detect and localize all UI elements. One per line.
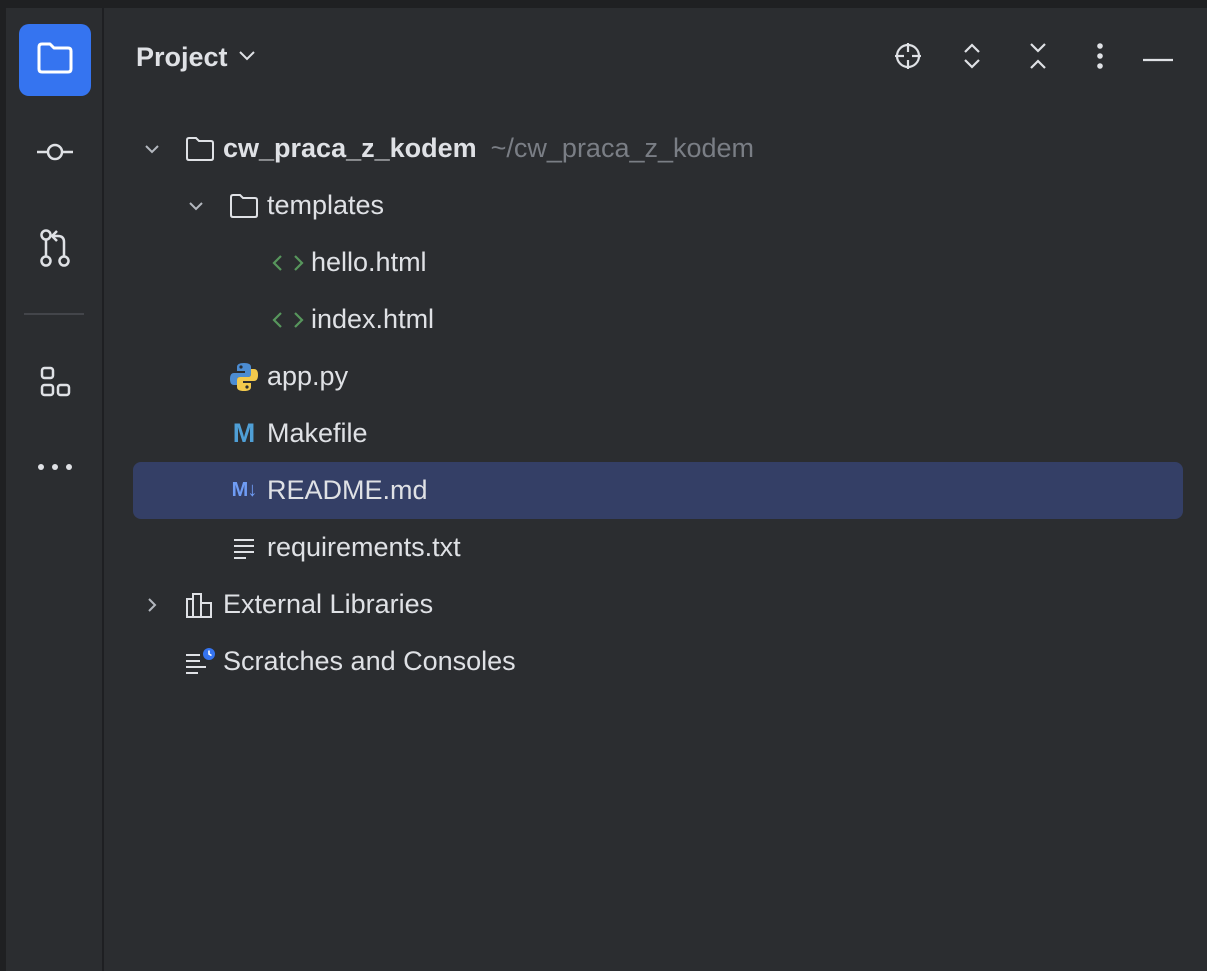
tree-item-label: index.html [311, 304, 435, 334]
collapse-all-button[interactable] [1018, 38, 1058, 78]
tree-item-label: requirements.txt [267, 532, 461, 562]
chevron-down-icon[interactable] [141, 138, 163, 160]
markdown-file-icon: M↓ [231, 479, 258, 501]
more-vertical-icon [1096, 41, 1104, 76]
tree-item-readme-md[interactable]: M↓ README.md [133, 462, 1183, 519]
ide-window: Project cw_praca_z_kodem ~/cw_praca_z_ko… [6, 8, 1207, 971]
commit-icon [35, 142, 75, 167]
select-opened-file-button[interactable] [888, 38, 928, 78]
makefile-icon: M [232, 418, 256, 448]
collapse-all-icon [1027, 41, 1049, 76]
tree-item-index-html[interactable]: index.html [133, 291, 1183, 348]
crosshair-icon [893, 41, 923, 76]
folder-icon [183, 134, 217, 164]
project-tool-button[interactable] [19, 24, 91, 96]
minimize-icon [1142, 49, 1174, 67]
chevron-down-icon [238, 49, 256, 67]
tree-item-label: Scratches and Consoles [223, 646, 516, 676]
folder-icon [227, 191, 261, 221]
tree-item-label: README.md [267, 475, 428, 505]
tree-item-label: cw_praca_z_kodem [223, 133, 477, 163]
tree-item-makefile[interactable]: M Makefile [133, 405, 1183, 462]
options-button[interactable] [1080, 38, 1120, 78]
html-file-icon [271, 248, 305, 278]
scratches-icon [183, 647, 217, 677]
panel-header: Project [104, 8, 1207, 112]
tree-item-label: templates [267, 190, 385, 220]
tree-item-app-py[interactable]: app.py [133, 348, 1183, 405]
tree-item-external-libraries[interactable]: External Libraries [133, 576, 1183, 633]
more-horizontal-icon [35, 459, 75, 477]
more-tools-button[interactable] [19, 432, 91, 504]
toolstrip-separator [24, 313, 84, 315]
html-file-icon [271, 305, 305, 335]
tree-item-root[interactable]: cw_praca_z_kodem ~/cw_praca_z_kodem [133, 120, 1183, 177]
pull-request-icon [39, 228, 71, 273]
panel-title-dropdown[interactable]: Project [136, 42, 256, 73]
structure-tool-button[interactable] [19, 348, 91, 420]
chevron-right-icon[interactable] [141, 594, 163, 616]
project-panel: Project cw_praca_z_kodem ~/cw_praca_z_ko… [104, 8, 1207, 971]
tree-item-scratches[interactable]: Scratches and Consoles [133, 633, 1183, 690]
panel-title: Project [136, 42, 228, 72]
chevron-down-icon[interactable] [185, 195, 207, 217]
text-file-icon [227, 533, 261, 563]
commit-tool-button[interactable] [19, 118, 91, 190]
pull-requests-tool-button[interactable] [19, 214, 91, 286]
tool-window-strip [6, 8, 104, 971]
expand-all-button[interactable] [952, 38, 992, 78]
structure-icon [38, 365, 72, 404]
tree-item-label: Makefile [267, 418, 368, 448]
expand-all-icon [961, 41, 983, 76]
library-icon [183, 590, 217, 620]
python-file-icon [227, 362, 261, 392]
tree-item-templates[interactable]: templates [133, 177, 1183, 234]
project-path: ~/cw_praca_z_kodem [490, 133, 755, 163]
tree-item-label: hello.html [311, 247, 427, 277]
hide-panel-button[interactable] [1138, 38, 1178, 78]
tree-item-hello-html[interactable]: hello.html [133, 234, 1183, 291]
tree-item-label: app.py [267, 361, 349, 391]
folder-icon [36, 42, 74, 79]
tree-item-label: External Libraries [223, 589, 434, 619]
tree-item-requirements-txt[interactable]: requirements.txt [133, 519, 1183, 576]
